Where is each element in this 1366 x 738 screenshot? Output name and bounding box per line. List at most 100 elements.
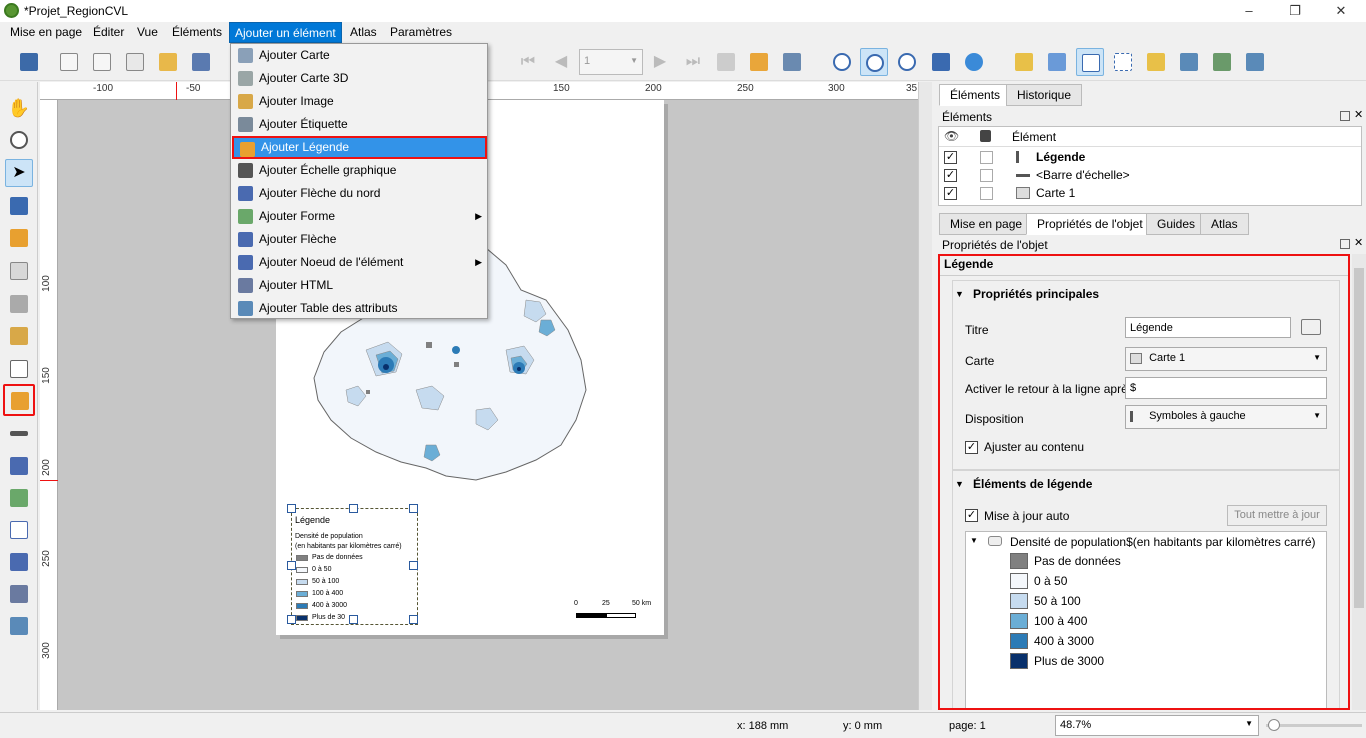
resize-items-icon[interactable] [1241,48,1269,76]
add-arrow-icon[interactable] [5,516,33,544]
menu-parametres[interactable]: Paramètres [385,22,457,43]
add-attribute-table-icon[interactable] [5,612,33,640]
restore-button[interactable]: ❐ [1272,0,1318,22]
visibility-checkbox[interactable]: ✓ [944,169,957,182]
layout-canvas[interactable]: 0 25 50 km Légende Densité de population… [58,100,918,710]
layer-name[interactable]: Densité de population$(en habitants par … [1010,535,1316,549]
close-panel-icon[interactable]: ✕ [1354,108,1363,121]
menu-atlas[interactable]: Atlas [345,22,382,43]
resize-handle[interactable] [349,615,358,624]
pan-icon[interactable]: ✋ [5,94,33,122]
resize-handle[interactable] [287,561,296,570]
resize-handle[interactable] [287,615,296,624]
disposition-select[interactable]: Symboles à gauche ▼ [1125,405,1327,429]
lock-items-icon[interactable] [1010,48,1038,76]
export-svg-icon[interactable] [778,48,806,76]
new-layout-icon[interactable] [55,48,83,76]
resize-handle[interactable] [409,615,418,624]
expand-triangle-icon[interactable]: ▼ [970,536,978,545]
raise-items-icon[interactable] [1142,48,1170,76]
scalebar-item[interactable]: 0 25 50 km [574,600,654,624]
tab-proprietes-objet[interactable]: Propriétés de l'objet [1026,213,1154,235]
tab-guides[interactable]: Guides [1146,213,1207,235]
menu-item-ajouter-image[interactable]: Ajouter Image [232,90,487,113]
edit-nodes-icon[interactable] [5,224,33,252]
update-all-button[interactable]: Tout mettre à jour [1227,505,1327,526]
open-template-icon[interactable] [154,48,182,76]
add-node-item-icon[interactable] [5,548,33,576]
canvas-vertical-scrollbar[interactable] [918,82,932,710]
close-button[interactable]: ✕ [1318,0,1364,22]
add-map-icon[interactable] [5,257,33,285]
atlas-last-icon[interactable]: ⏭ [679,48,707,76]
move-content-icon[interactable] [5,192,33,220]
legend-class-row[interactable]: 400 à 3000 [1010,632,1310,652]
add-html-icon[interactable] [5,580,33,608]
collapse-triangle-icon[interactable]: ▼ [955,289,964,299]
menu-mise-en-page[interactable]: Mise en page [5,22,87,43]
wrap-input[interactable]: $ [1125,377,1327,399]
atlas-page-spinbox[interactable]: 1 ▼ [579,49,643,75]
distribute-items-icon[interactable] [1208,48,1236,76]
resize-handle[interactable] [409,504,418,513]
save-icon[interactable] [15,48,43,76]
resize-handle[interactable] [349,504,358,513]
zoom-slider[interactable] [1266,719,1362,731]
resize-handle[interactable] [409,561,418,570]
legend-class-row[interactable]: 50 à 100 [1010,592,1310,612]
add-north-arrow-icon[interactable] [5,452,33,480]
tab-historique[interactable]: Historique [1006,84,1083,106]
legend-class-row[interactable]: 0 à 50 [1010,572,1310,592]
layout-manager-icon[interactable] [121,48,149,76]
carte-select[interactable]: Carte 1 ▼ [1125,347,1327,371]
titre-input[interactable]: Légende [1125,317,1291,338]
menu-item-ajouter-noeud[interactable]: Ajouter Noeud de l'élément ▶ [232,251,487,274]
export-image-icon[interactable] [745,48,773,76]
lock-checkbox[interactable] [980,151,993,164]
add-picture-icon[interactable] [5,322,33,350]
props-scrollbar[interactable] [1352,254,1366,710]
menu-item-ajouter-echelle[interactable]: Ajouter Échelle graphique [232,159,487,182]
save-template-icon[interactable] [187,48,215,76]
menu-item-ajouter-fleche-nord[interactable]: Ajouter Flèche du nord [232,182,487,205]
table-row[interactable]: ✓ <Barre d'échelle> [939,166,1361,184]
lock-checkbox[interactable] [980,187,993,200]
zoom-slider-handle[interactable] [1268,719,1280,731]
atlas-previous-icon[interactable]: ◀ [547,48,575,76]
tab-mise-en-page[interactable]: Mise en page [939,213,1034,235]
menu-item-ajouter-etiquette[interactable]: Ajouter Étiquette [232,113,487,136]
menu-item-ajouter-carte-3d[interactable]: Ajouter Carte 3D [232,67,487,90]
print-icon[interactable] [712,48,740,76]
menu-ajouter-element[interactable]: Ajouter un élément [229,22,342,43]
resize-handle[interactable] [287,504,296,513]
scrollbar-thumb[interactable] [1354,268,1364,608]
zoom-tool-icon[interactable] [5,126,33,154]
close-panel-icon[interactable]: ✕ [1354,236,1363,249]
zoom-actual-icon[interactable] [893,48,921,76]
table-row[interactable]: ✓ Carte 1 [939,184,1361,202]
visibility-checkbox[interactable]: ✓ [944,187,957,200]
add-label-icon[interactable] [5,355,33,383]
legend-class-row[interactable]: 100 à 400 [1010,612,1310,632]
atlas-first-icon[interactable]: ⏮ [514,48,542,76]
menu-item-ajouter-forme[interactable]: Ajouter Forme ▶ [232,205,487,228]
visibility-checkbox[interactable]: ✓ [944,151,957,164]
collapse-triangle-icon[interactable]: ▼ [955,479,964,489]
add-scalebar-icon[interactable] [5,420,33,448]
legend-class-row[interactable]: Plus de 3000 [1010,652,1310,672]
table-row[interactable]: ✓ Légende [939,148,1361,166]
menu-item-ajouter-html[interactable]: Ajouter HTML [232,274,487,297]
unlock-items-icon[interactable] [1043,48,1071,76]
expression-icon[interactable] [1301,319,1321,335]
ungroup-items-icon[interactable] [1109,48,1137,76]
duplicate-layout-icon[interactable] [88,48,116,76]
tab-atlas[interactable]: Atlas [1200,213,1249,235]
zoom-out-icon[interactable] [860,48,888,76]
float-panel-icon[interactable] [1340,111,1350,121]
refresh-icon[interactable] [960,48,988,76]
lock-checkbox[interactable] [980,169,993,182]
zoom-in-icon[interactable] [828,48,856,76]
menu-item-ajouter-fleche[interactable]: Ajouter Flèche [232,228,487,251]
menu-item-ajouter-table[interactable]: Ajouter Table des attributs [232,297,487,320]
menu-vue[interactable]: Vue [132,22,163,43]
